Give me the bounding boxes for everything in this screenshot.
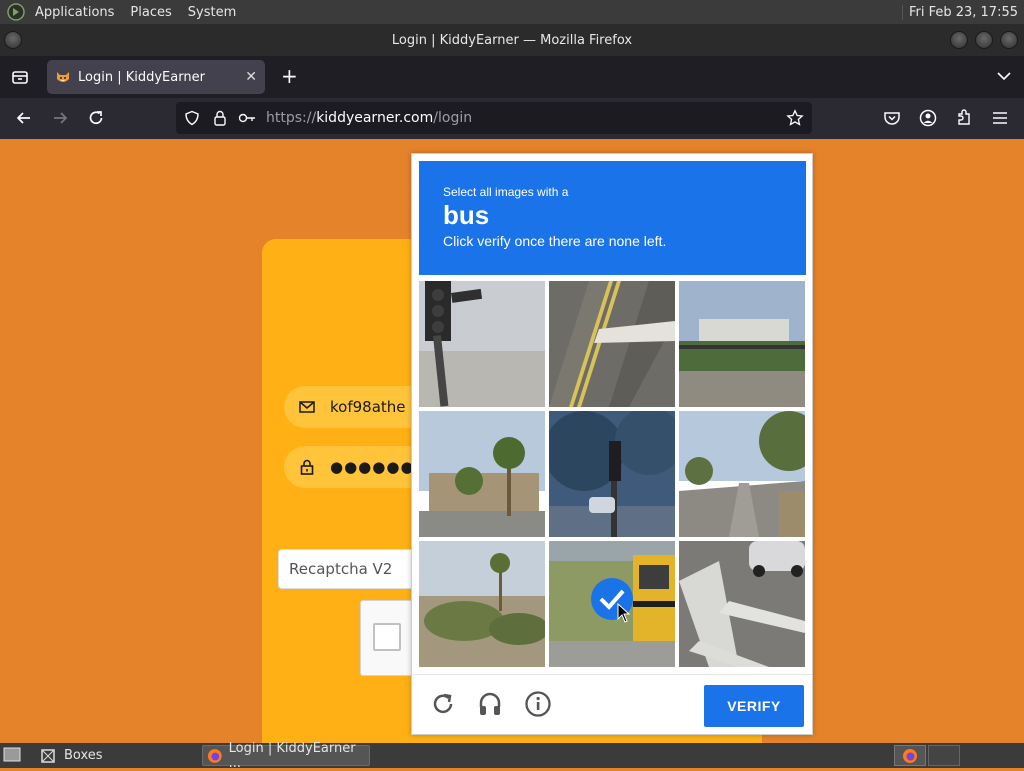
- window-title: Login | KiddyEarner — Mozilla Firefox: [391, 32, 633, 48]
- challenge-tile[interactable]: [419, 541, 545, 667]
- bookmark-star-icon[interactable]: [786, 109, 804, 127]
- challenge-tile[interactable]: [419, 281, 545, 407]
- firefox-view-icon[interactable]: [11, 68, 29, 86]
- clock[interactable]: Fri Feb 23, 17:55: [901, 4, 1024, 20]
- close-window-button[interactable]: [1000, 31, 1018, 49]
- lock-icon: [300, 459, 314, 475]
- email-value: kof98athe: [330, 398, 406, 416]
- minimize-button[interactable]: [950, 31, 968, 49]
- challenge-instruction-post: Click verify once there are none left.: [443, 233, 667, 249]
- taskbar-item-firefox[interactable]: Login | KiddyEarner ...: [202, 741, 370, 771]
- workspace-switcher[interactable]: [894, 745, 926, 766]
- workspace-2[interactable]: [928, 745, 960, 766]
- mail-icon: [299, 401, 315, 413]
- recaptcha-checkbox[interactable]: [373, 623, 401, 651]
- boxes-icon: [41, 748, 55, 763]
- pocket-icon[interactable]: [882, 108, 902, 128]
- lock-icon[interactable]: [212, 109, 228, 127]
- challenge-tile[interactable]: [679, 411, 805, 537]
- gnome-foot-icon[interactable]: [7, 3, 25, 21]
- maximize-button[interactable]: [975, 31, 993, 49]
- key-icon[interactable]: [238, 111, 256, 125]
- window-menu-button[interactable]: [4, 31, 22, 49]
- reload-challenge-icon[interactable]: [429, 690, 457, 718]
- recaptcha-challenge: Select all images with a bus Click verif…: [411, 153, 813, 735]
- close-tab-icon[interactable]: ✕: [245, 69, 257, 85]
- shiba-favicon-icon: [57, 72, 69, 82]
- challenge-tile[interactable]: [549, 541, 675, 667]
- taskbar-label: Login | KiddyEarner ...: [228, 740, 356, 771]
- window-titlebar[interactable]: Login | KiddyEarner — Mozilla Firefox: [0, 24, 1024, 56]
- info-icon[interactable]: [524, 690, 552, 718]
- tab-strip: Login | KiddyEarner ✕ +: [0, 56, 1024, 98]
- audio-challenge-icon[interactable]: [476, 690, 504, 718]
- url-bar[interactable]: https://kiddyearner.com/login: [176, 102, 812, 134]
- account-icon[interactable]: [918, 108, 938, 128]
- show-desktop-icon[interactable]: [3, 747, 21, 763]
- challenge-tile[interactable]: [549, 411, 675, 537]
- back-arrow-icon[interactable]: [14, 108, 34, 128]
- tab-title: Login | KiddyEarner: [78, 69, 205, 85]
- taskbar-label: Boxes: [64, 748, 103, 763]
- navigation-toolbar: https://kiddyearner.com/login: [0, 98, 1024, 139]
- new-tab-icon[interactable]: +: [281, 64, 298, 88]
- challenge-header: Select all images with a bus Click verif…: [419, 161, 806, 275]
- reload-icon[interactable]: [86, 108, 106, 128]
- url-text[interactable]: https://kiddyearner.com/login: [266, 110, 472, 126]
- challenge-tile[interactable]: [679, 281, 805, 407]
- challenge-instruction-pre: Select all images with a: [443, 185, 569, 199]
- mouse-cursor-icon: [617, 603, 631, 623]
- taskbar-item-boxes[interactable]: Boxes: [38, 745, 198, 766]
- applications-menu[interactable]: Applications: [27, 5, 122, 20]
- challenge-tile[interactable]: [419, 411, 545, 537]
- firefox-icon: [207, 748, 222, 763]
- bottom-taskbar: Boxes Login | KiddyEarner ...: [0, 741, 1024, 771]
- verify-button[interactable]: VERIFY: [704, 685, 804, 727]
- forward-arrow-icon[interactable]: [50, 108, 70, 128]
- shield-icon[interactable]: [184, 110, 200, 126]
- top-panel: Applications Places System Fri Feb 23, 1…: [0, 0, 1024, 24]
- places-menu[interactable]: Places: [122, 5, 179, 20]
- tab-kiddyearner[interactable]: Login | KiddyEarner ✕: [47, 60, 265, 94]
- image-grid: [419, 281, 806, 668]
- challenge-tile[interactable]: [679, 541, 805, 667]
- challenge-tile[interactable]: [549, 281, 675, 407]
- list-all-tabs-icon[interactable]: [996, 70, 1012, 82]
- challenge-target: bus: [443, 200, 490, 230]
- extensions-icon[interactable]: [954, 108, 974, 128]
- challenge-footer: VERIFY: [412, 674, 812, 734]
- hamburger-menu-icon[interactable]: [990, 108, 1010, 128]
- firefox-icon: [903, 749, 917, 763]
- system-menu[interactable]: System: [180, 5, 244, 20]
